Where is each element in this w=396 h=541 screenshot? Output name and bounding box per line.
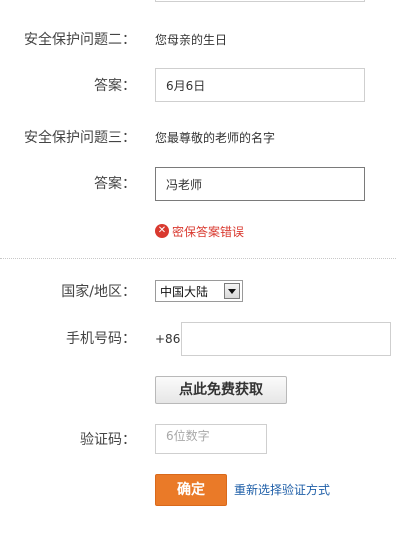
phone-label: 手机号码：	[66, 331, 136, 347]
country-code-prefix: +86	[155, 332, 181, 346]
question3-text: 您最尊敬的老师的名字	[155, 131, 276, 145]
get-code-button[interactable]: 点此免费获取	[155, 376, 287, 404]
phone-input[interactable]	[181, 322, 391, 356]
answer3-label: 答案：	[94, 176, 136, 192]
country-value: 中国大陆	[160, 284, 209, 299]
country-select[interactable]: 中国大陆	[155, 280, 243, 302]
code-placeholder: 6位数字	[166, 429, 210, 443]
error-text: 密保答案错误	[172, 224, 245, 239]
section-divider	[0, 258, 396, 259]
question2-text: 您母亲的生日	[155, 33, 228, 47]
error-message: ✕ 密保答案错误	[155, 222, 244, 240]
x-circle-icon: ✕	[155, 224, 169, 238]
previous-answer-field[interactable]	[155, 0, 365, 2]
country-label: 国家/地区：	[61, 284, 136, 300]
chevron-down-icon[interactable]	[224, 283, 240, 299]
code-input[interactable]: 6位数字	[155, 424, 267, 454]
answer2-input[interactable]	[155, 68, 365, 102]
answer3-input[interactable]	[155, 167, 365, 201]
code-label: 验证码：	[80, 432, 136, 448]
question2-label: 安全保护问题二：	[24, 32, 136, 48]
question3-label: 安全保护问题三：	[24, 130, 136, 146]
answer2-label: 答案：	[94, 78, 136, 94]
reselect-method-link[interactable]: 重新选择验证方式	[234, 481, 330, 499]
confirm-button[interactable]: 确定	[155, 474, 227, 506]
